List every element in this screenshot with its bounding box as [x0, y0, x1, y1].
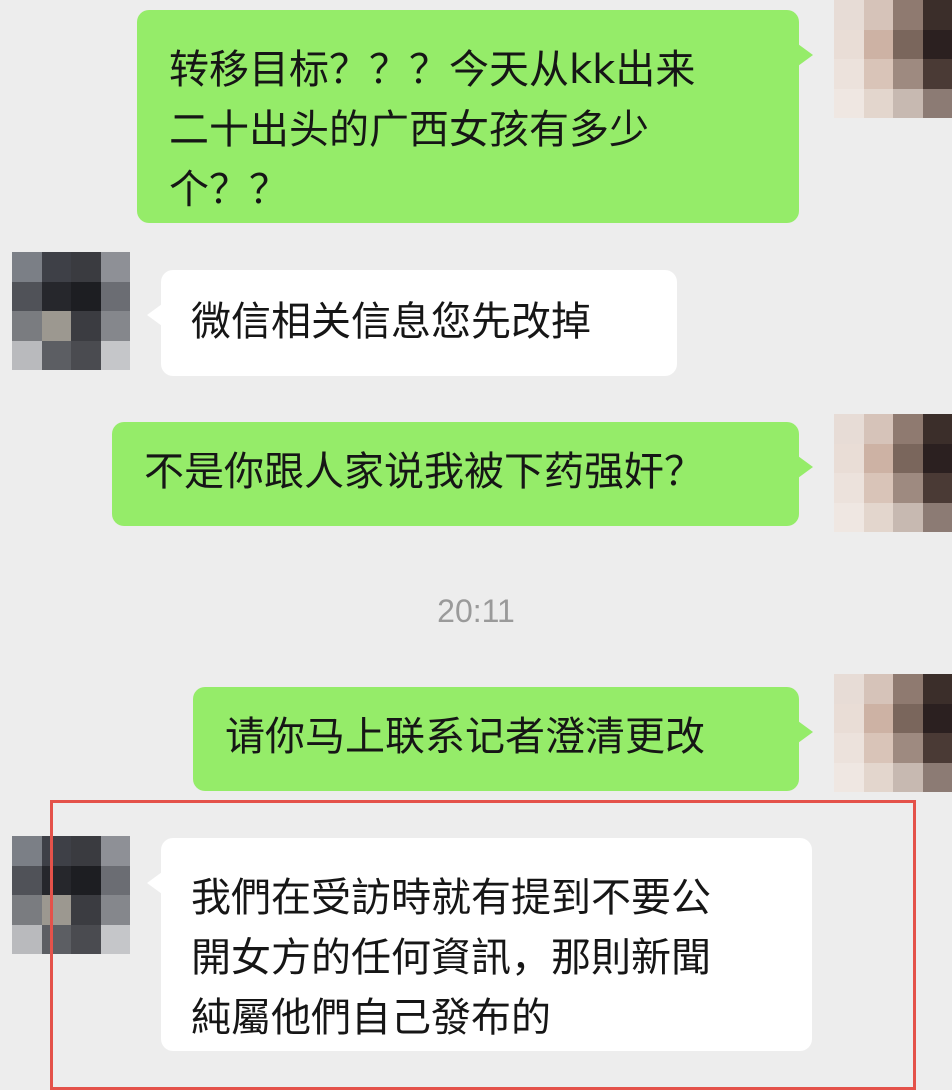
message-bubble-sent[interactable]: 不是你跟人家说我被下药强奸？	[112, 422, 813, 526]
highlight-box	[50, 800, 916, 1090]
avatar-me[interactable]	[834, 0, 952, 118]
avatar-me[interactable]	[834, 674, 952, 792]
avatar-me[interactable]	[834, 414, 952, 532]
message-bubble-sent[interactable]: 请你马上联系记者澄清更改	[193, 687, 813, 791]
timestamp: 20:11	[437, 593, 515, 629]
avatar-other[interactable]	[12, 252, 130, 370]
message-bubble-sent[interactable]: 转移目标？？？今天从kk出来 二十出头的广西女孩有多少 个？？	[137, 10, 813, 223]
message-bubble-received[interactable]: 微信相关信息您先改掉	[147, 270, 677, 376]
